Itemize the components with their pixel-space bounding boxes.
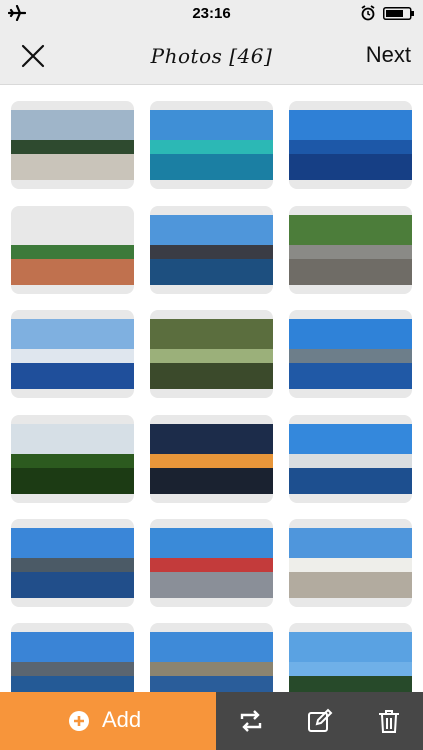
photo-thumbnail[interactable]	[150, 310, 273, 398]
photo-thumbnail[interactable]	[289, 623, 412, 692]
rotate-icon[interactable]	[236, 706, 266, 736]
add-button[interactable]: Add	[0, 692, 216, 750]
alarm-icon	[361, 5, 375, 21]
photo-thumbnail[interactable]	[11, 206, 134, 294]
photo-image	[150, 215, 273, 285]
photo-image	[150, 632, 273, 692]
status-bar: 23:16	[0, 0, 423, 28]
bottom-toolbar: Add	[0, 692, 423, 750]
photo-image	[289, 319, 412, 389]
photo-thumbnail[interactable]	[11, 415, 134, 503]
photo-thumbnail[interactable]	[150, 101, 273, 189]
photo-thumbnail[interactable]	[11, 623, 134, 692]
photo-thumbnail[interactable]	[150, 519, 273, 607]
navigation-bar: Photos [46] Next	[0, 28, 423, 85]
photo-thumbnail[interactable]	[289, 415, 412, 503]
photo-thumbnail[interactable]	[289, 101, 412, 189]
trash-icon[interactable]	[374, 706, 404, 736]
photo-thumbnail[interactable]	[11, 519, 134, 607]
photo-image	[150, 528, 273, 598]
edit-icon[interactable]	[305, 706, 335, 736]
photo-thumbnail[interactable]	[150, 415, 273, 503]
photo-image	[11, 424, 134, 494]
photo-image	[289, 528, 412, 598]
photo-thumbnail[interactable]	[150, 206, 273, 294]
photo-image	[289, 632, 412, 692]
photo-image	[150, 110, 273, 180]
photo-thumbnail[interactable]	[11, 101, 134, 189]
photo-thumbnail[interactable]	[289, 310, 412, 398]
photo-image	[11, 110, 134, 180]
add-button-label: Add	[102, 707, 142, 732]
photo-thumbnail[interactable]	[150, 623, 273, 692]
battery-icon	[383, 7, 414, 20]
photo-image	[11, 632, 134, 692]
photo-image	[289, 424, 412, 494]
next-button[interactable]: Next	[366, 42, 411, 68]
plus-circle-icon	[69, 711, 89, 731]
photo-image	[11, 528, 134, 598]
page-title: Photos [46]	[150, 44, 273, 68]
photo-image	[289, 215, 412, 285]
photo-thumbnail[interactable]	[289, 519, 412, 607]
photo-image	[150, 424, 273, 494]
photo-image	[289, 110, 412, 180]
photo-image	[11, 215, 134, 285]
photo-image	[150, 319, 273, 389]
photo-thumbnail[interactable]	[11, 310, 134, 398]
photo-image	[11, 319, 134, 389]
photo-thumbnail[interactable]	[289, 206, 412, 294]
photo-grid[interactable]	[0, 85, 423, 692]
